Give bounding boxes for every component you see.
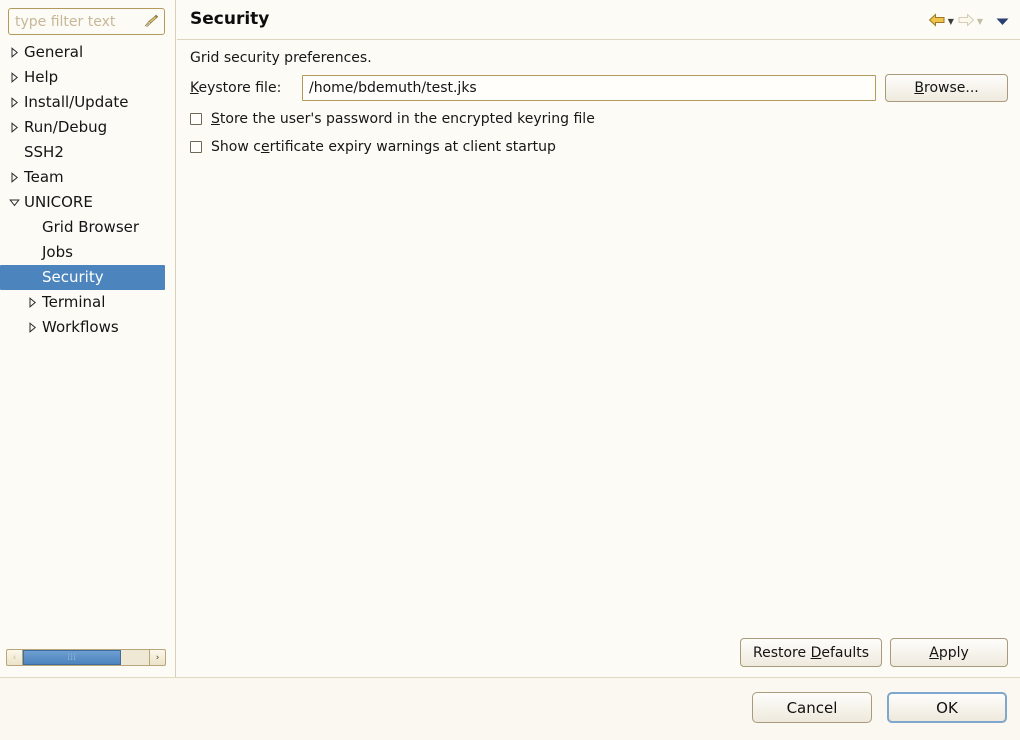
tree-item-label: Terminal — [40, 295, 105, 310]
filter-box[interactable] — [8, 8, 165, 35]
tree-item-label: Security — [40, 270, 104, 285]
back-dropdown-chevron-down-icon[interactable]: ▼ — [948, 18, 954, 26]
store-password-checkbox[interactable] — [190, 113, 202, 125]
tree-twisty-placeholder — [24, 215, 40, 240]
tree-item-label: Run/Debug — [22, 120, 107, 135]
tree-item-label: UNICORE — [22, 195, 93, 210]
tree-horizontal-scrollbar[interactable]: ‹ ⦙⦙⦙ › — [6, 649, 166, 666]
restore-defaults-button[interactable]: Restore Defaults — [740, 638, 882, 667]
certificate-expiry-checkbox[interactable] — [190, 141, 202, 153]
ok-button[interactable]: OK — [887, 692, 1007, 723]
tree-twisty-collapsed-icon[interactable] — [6, 165, 22, 190]
page-navigation-controls: ▼ ▼ — [927, 11, 1010, 33]
tree-item-general[interactable]: General — [0, 40, 175, 65]
apply-button[interactable]: Apply — [890, 638, 1008, 667]
title-divider — [177, 39, 1020, 40]
tree-twisty-collapsed-icon[interactable] — [6, 65, 22, 90]
tree-item-label: Workflows — [40, 320, 119, 335]
tree-item-team[interactable]: Team — [0, 165, 175, 190]
certificate-expiry-label: Show certificate expiry warnings at clie… — [211, 139, 556, 155]
broom-icon[interactable] — [138, 10, 164, 33]
tree-item-terminal[interactable]: Terminal — [0, 290, 175, 315]
scrollbar-thumb[interactable]: ⦙⦙⦙ — [23, 650, 121, 665]
back-button[interactable]: ▼ — [927, 11, 955, 33]
tree-twisty-collapsed-icon[interactable] — [24, 315, 40, 340]
tree-twisty-expanded-icon[interactable] — [6, 190, 22, 215]
tree-item-ssh2[interactable]: SSH2 — [0, 140, 175, 165]
tree-item-grid-browser[interactable]: Grid Browser — [0, 215, 175, 240]
tree-item-label: Team — [22, 170, 64, 185]
forward-dropdown-chevron-down-icon: ▼ — [977, 18, 983, 26]
certificate-expiry-checkbox-row[interactable]: Show certificate expiry warnings at clie… — [190, 139, 556, 155]
tree-item-label: Install/Update — [22, 95, 129, 110]
scroll-left-arrow-icon[interactable]: ‹ — [6, 649, 23, 666]
dialog-footer: Cancel OK — [0, 678, 1020, 740]
tree-item-security[interactable]: Security — [0, 265, 165, 290]
dialog-footer-buttons: Cancel OK — [752, 692, 1007, 723]
view-menu-triangle-icon — [995, 14, 1010, 30]
preferences-tree-panel: General Help Install/Update Run/Debug SSH2 Te… — [0, 0, 176, 678]
tree-twisty-collapsed-icon[interactable] — [6, 90, 22, 115]
browse-button[interactable]: Browse... — [885, 74, 1008, 102]
preferences-dialog: General Help Install/Update Run/Debug SSH2 Te… — [0, 0, 1020, 740]
cancel-button[interactable]: Cancel — [752, 692, 872, 723]
tree-item-label: Jobs — [40, 245, 73, 260]
back-arrow-icon — [928, 13, 946, 31]
store-password-checkbox-row[interactable]: Store the user's password in the encrypt… — [190, 111, 595, 127]
tree-twisty-placeholder — [24, 265, 40, 290]
scroll-right-arrow-icon[interactable]: › — [149, 649, 166, 666]
page-action-buttons: Restore Defaults Apply — [740, 638, 1008, 667]
keystore-file-row: Keystore file: Browse... — [190, 75, 1008, 101]
store-password-label: Store the user's password in the encrypt… — [211, 111, 595, 127]
tree-twisty-collapsed-icon[interactable] — [6, 40, 22, 65]
page-description: Grid security preferences. — [190, 50, 372, 66]
scrollbar-track[interactable]: ⦙⦙⦙ — [23, 649, 149, 666]
keystore-file-input[interactable] — [302, 75, 876, 101]
filter-row — [8, 8, 165, 35]
tree-item-help[interactable]: Help — [0, 65, 175, 90]
tree-twisty-placeholder — [6, 140, 22, 165]
tree-item-label: Help — [22, 70, 58, 85]
tree-twisty-collapsed-icon[interactable] — [6, 115, 22, 140]
tree-item-label: General — [22, 45, 83, 60]
filter-input[interactable] — [9, 10, 138, 33]
page-title: Security — [190, 9, 269, 29]
tree-twisty-collapsed-icon[interactable] — [24, 290, 40, 315]
tree-item-install-update[interactable]: Install/Update — [0, 90, 175, 115]
view-menu-button[interactable] — [995, 14, 1010, 30]
tree-twisty-placeholder — [24, 240, 40, 265]
tree-item-label: SSH2 — [22, 145, 64, 160]
preferences-tree[interactable]: General Help Install/Update Run/Debug SSH2 Te… — [0, 40, 175, 652]
tree-item-label: Grid Browser — [40, 220, 139, 235]
tree-item-run-debug[interactable]: Run/Debug — [0, 115, 175, 140]
tree-item-workflows[interactable]: Workflows — [0, 315, 175, 340]
preferences-page-panel: Security ▼ ▼ — [177, 0, 1020, 678]
forward-button: ▼ — [956, 11, 984, 33]
tree-item-jobs[interactable]: Jobs — [0, 240, 175, 265]
tree-item-unicore[interactable]: UNICORE — [0, 190, 175, 215]
forward-arrow-icon — [957, 13, 975, 31]
keystore-file-label: Keystore file: — [190, 80, 302, 96]
